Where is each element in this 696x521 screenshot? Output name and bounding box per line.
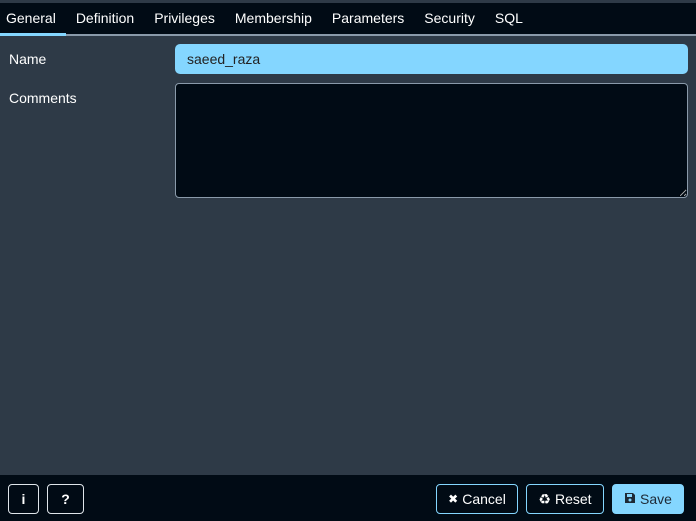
cancel-label: Cancel: [462, 491, 506, 507]
help-button[interactable]: ?: [47, 484, 84, 514]
help-icon: ?: [61, 491, 70, 507]
tab-sql[interactable]: SQL: [485, 3, 533, 34]
tab-general[interactable]: General: [0, 3, 66, 36]
info-icon: i: [21, 491, 26, 507]
comments-textarea[interactable]: [175, 83, 688, 198]
tab-definition[interactable]: Definition: [66, 3, 144, 34]
save-button[interactable]: Save: [612, 484, 684, 514]
close-icon: ✖: [448, 492, 459, 506]
reset-button[interactable]: ♻ Reset: [526, 484, 604, 514]
name-label: Name: [9, 51, 47, 67]
comments-label: Comments: [9, 90, 77, 106]
info-button[interactable]: i: [8, 484, 39, 514]
tab-bar: General Definition Privileges Membership…: [0, 3, 696, 36]
cancel-button[interactable]: ✖ Cancel: [436, 484, 518, 514]
reset-label: Reset: [554, 491, 592, 507]
save-label: Save: [640, 491, 672, 507]
tab-membership[interactable]: Membership: [225, 3, 322, 34]
tab-parameters[interactable]: Parameters: [322, 3, 414, 34]
tab-security[interactable]: Security: [414, 3, 485, 34]
recycle-icon: ♻: [538, 491, 551, 507]
tab-privileges[interactable]: Privileges: [144, 3, 225, 34]
name-input[interactable]: [175, 44, 688, 74]
save-icon: [624, 492, 636, 506]
dialog-footer: i ? ✖ Cancel ♻ Reset Save: [0, 475, 696, 521]
